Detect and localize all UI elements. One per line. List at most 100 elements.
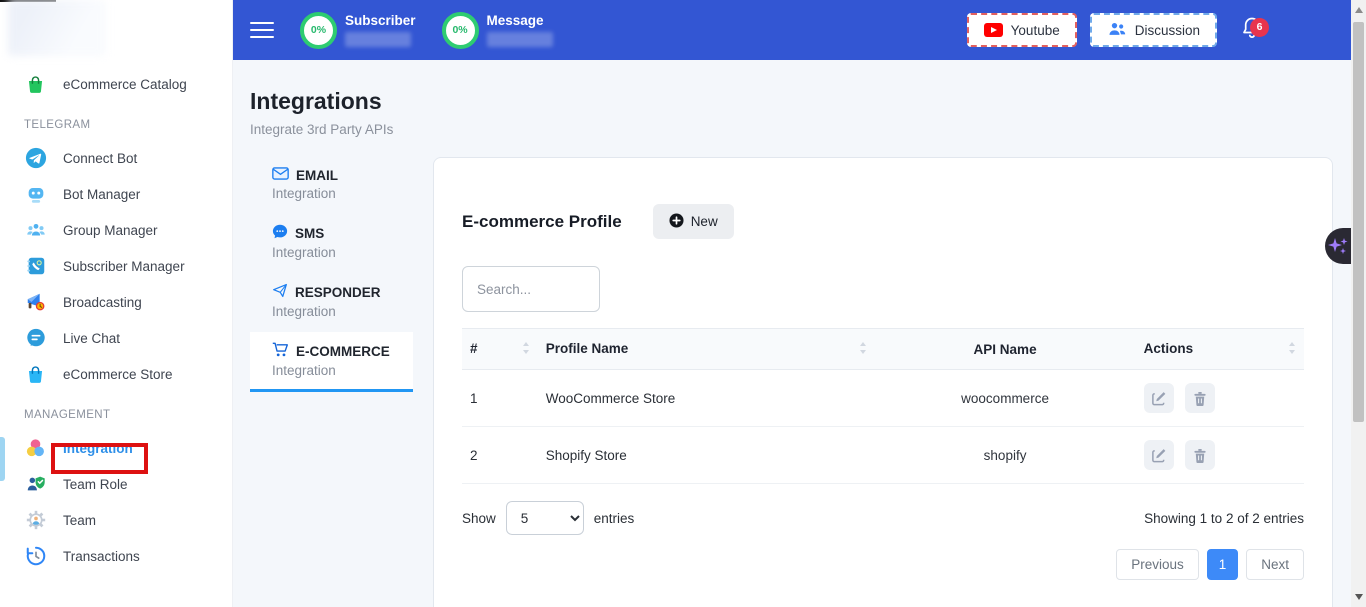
sidebar-item-bot-manager[interactable]: Bot Manager bbox=[0, 176, 232, 212]
previous-page-button[interactable]: Previous bbox=[1116, 549, 1199, 580]
shopping-bag-blue-icon bbox=[24, 363, 47, 386]
message-stat-label: Message bbox=[487, 13, 553, 28]
sidebar-item-label: eCommerce Store bbox=[63, 367, 173, 382]
profile-name-cell: Shopify Store bbox=[538, 427, 875, 484]
page-size-select[interactable]: 5 bbox=[506, 501, 584, 535]
sidebar-item-team-role[interactable]: Team Role bbox=[0, 466, 232, 502]
subscriber-stat-label: Subscriber bbox=[345, 13, 416, 28]
main-content: Integrations Integrate 3rd Party APIs EM… bbox=[233, 60, 1351, 607]
hamburger-menu-icon[interactable] bbox=[250, 17, 274, 43]
scrollbar[interactable] bbox=[1351, 0, 1366, 607]
sidebar-item-subscriber-manager[interactable]: Subscriber Manager bbox=[0, 248, 232, 284]
search-input[interactable] bbox=[462, 266, 600, 312]
delete-button[interactable] bbox=[1185, 440, 1215, 470]
history-clock-icon bbox=[24, 545, 47, 568]
sidebar-item-team[interactable]: Team bbox=[0, 502, 232, 538]
discussion-button-label: Discussion bbox=[1135, 23, 1200, 38]
subnav-responder-integration[interactable]: RESPONDER Integration bbox=[250, 273, 413, 330]
table-row: 2 Shopify Store shopify bbox=[462, 427, 1304, 484]
sidebar-item-label: Connect Bot bbox=[63, 151, 137, 166]
youtube-button[interactable]: Youtube bbox=[967, 13, 1077, 47]
subnav-title: SMS bbox=[295, 226, 324, 241]
show-label: Show bbox=[462, 511, 496, 526]
integration-circles-icon bbox=[24, 437, 47, 460]
shopping-cart-icon bbox=[272, 342, 289, 360]
chat-bubble-icon bbox=[24, 327, 47, 350]
new-button-label: New bbox=[691, 214, 718, 229]
column-header-actions[interactable]: Actions bbox=[1136, 329, 1304, 370]
app-logo bbox=[8, 0, 106, 56]
edit-button[interactable] bbox=[1144, 440, 1174, 470]
megaphone-icon bbox=[24, 291, 47, 314]
subnav-ecommerce-integration[interactable]: E-COMMERCE Integration bbox=[250, 332, 413, 392]
sidebar-item-transactions[interactable]: Transactions bbox=[0, 538, 232, 574]
sidebar-item-connect-bot[interactable]: Connect Bot bbox=[0, 140, 232, 176]
subnav-title: RESPONDER bbox=[295, 285, 381, 300]
scroll-down-arrow-icon[interactable] bbox=[1355, 594, 1363, 600]
active-item-indicator bbox=[0, 437, 5, 481]
sparkles-icon bbox=[1328, 235, 1348, 257]
message-stat-value-redacted bbox=[487, 32, 553, 47]
subnav-subtitle: Integration bbox=[272, 363, 413, 378]
envelope-icon bbox=[272, 167, 289, 183]
sms-bubble-icon bbox=[272, 224, 288, 242]
shopping-bag-green-icon bbox=[24, 73, 47, 96]
sidebar-item-ecommerce-store[interactable]: eCommerce Store bbox=[0, 356, 232, 392]
robot-icon bbox=[24, 183, 47, 206]
column-header-profile-name[interactable]: Profile Name bbox=[538, 329, 875, 370]
new-profile-button[interactable]: New bbox=[653, 204, 734, 239]
message-stat: 0% Message bbox=[442, 12, 553, 49]
edit-icon bbox=[1151, 448, 1166, 463]
page-1-button[interactable]: 1 bbox=[1207, 549, 1239, 580]
sidebar-item-ecommerce-catalog[interactable]: eCommerce Catalog bbox=[0, 66, 232, 102]
edit-button[interactable] bbox=[1144, 383, 1174, 413]
sort-icon bbox=[859, 342, 867, 357]
topbar: 0% Subscriber 0% Message Youtube Discuss… bbox=[233, 0, 1351, 60]
column-header-num[interactable]: # bbox=[462, 329, 538, 370]
team-gear-icon bbox=[24, 509, 47, 532]
trash-icon bbox=[1193, 391, 1207, 406]
sort-icon bbox=[522, 342, 530, 357]
trash-icon bbox=[1193, 448, 1207, 463]
subnav-title: EMAIL bbox=[296, 168, 338, 183]
sidebar-item-integration[interactable]: Integration bbox=[0, 430, 232, 466]
sidebar-section-management: MANAGEMENT bbox=[0, 392, 232, 430]
ecommerce-profile-panel: E-commerce Profile New # Profile Name AP… bbox=[433, 157, 1333, 607]
sidebar-item-label: Team Role bbox=[63, 477, 128, 492]
user-avatar[interactable] bbox=[1290, 11, 1335, 49]
table-row: 1 WooCommerce Store woocommerce bbox=[462, 370, 1304, 427]
sidebar-item-label: Transactions bbox=[63, 549, 140, 564]
sidebar-item-group-manager[interactable]: Group Manager bbox=[0, 212, 232, 248]
column-header-api-name[interactable]: API Name bbox=[875, 329, 1136, 370]
discussion-people-icon bbox=[1107, 21, 1127, 40]
youtube-icon bbox=[984, 23, 1003, 37]
sidebar-item-label: Bot Manager bbox=[63, 187, 140, 202]
subnav-sms-integration[interactable]: SMS Integration bbox=[250, 214, 413, 271]
panel-title: E-commerce Profile bbox=[462, 212, 622, 232]
sidebar-item-live-chat[interactable]: Live Chat bbox=[0, 320, 232, 356]
sort-icon bbox=[1288, 342, 1296, 357]
entries-label: entries bbox=[594, 511, 635, 526]
subnav-title: E-COMMERCE bbox=[296, 344, 390, 359]
subscriber-progress-ring: 0% bbox=[300, 12, 337, 49]
delete-button[interactable] bbox=[1185, 383, 1215, 413]
discussion-button[interactable]: Discussion bbox=[1090, 13, 1217, 47]
sidebar-item-label: Broadcasting bbox=[63, 295, 142, 310]
sidebar-item-label: Team bbox=[63, 513, 96, 528]
telegram-icon bbox=[24, 147, 47, 170]
contact-book-icon bbox=[24, 255, 47, 278]
page-subtitle: Integrate 3rd Party APIs bbox=[250, 122, 1351, 137]
subnav-subtitle: Integration bbox=[272, 245, 413, 260]
sidebar-section-telegram: TELEGRAM bbox=[0, 102, 232, 140]
sidebar-item-label: Group Manager bbox=[63, 223, 158, 238]
edit-icon bbox=[1151, 391, 1166, 406]
subnav-email-integration[interactable]: EMAIL Integration bbox=[250, 157, 413, 212]
next-page-button[interactable]: Next bbox=[1246, 549, 1304, 580]
sidebar-item-broadcasting[interactable]: Broadcasting bbox=[0, 284, 232, 320]
paper-plane-icon bbox=[272, 283, 288, 301]
page-title: Integrations bbox=[250, 88, 1351, 115]
scrollbar-thumb[interactable] bbox=[1353, 22, 1364, 422]
scroll-up-arrow-icon[interactable] bbox=[1355, 7, 1363, 13]
pagination: Previous 1 Next bbox=[462, 549, 1304, 580]
notification-bell[interactable]: 6 bbox=[1240, 15, 1264, 46]
